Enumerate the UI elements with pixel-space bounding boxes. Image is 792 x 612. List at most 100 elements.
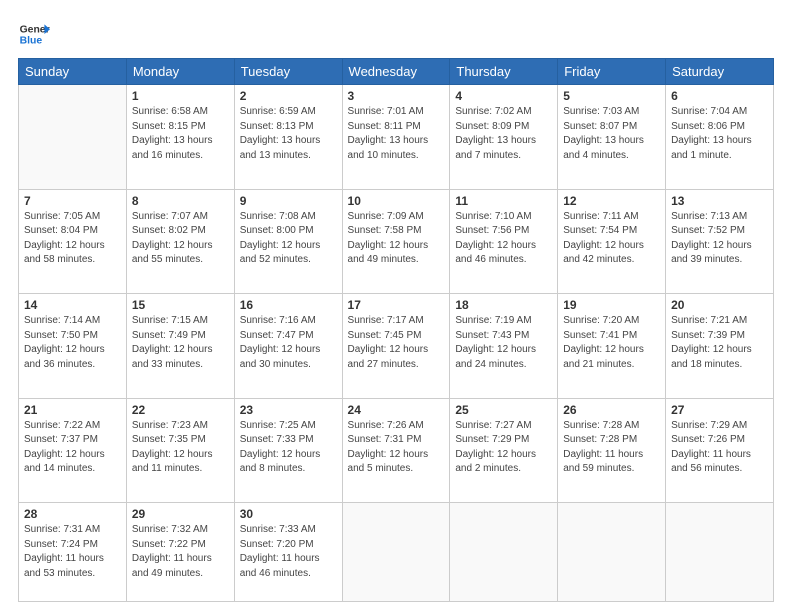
day-number: 24 — [348, 403, 445, 417]
calendar-cell — [19, 85, 127, 190]
calendar-week-row: 14 Sunrise: 7:14 AM Sunset: 7:50 PM Dayli… — [19, 294, 774, 399]
calendar-week-row: 7 Sunrise: 7:05 AM Sunset: 8:04 PM Daylig… — [19, 189, 774, 294]
calendar-week-row: 21 Sunrise: 7:22 AM Sunset: 7:37 PM Dayli… — [19, 398, 774, 503]
calendar-cell — [342, 503, 450, 602]
sun-info: Sunrise: 7:32 AM Sunset: 7:22 PM Dayligh… — [132, 523, 229, 581]
day-number: 3 — [348, 89, 445, 103]
day-number: 13 — [671, 194, 768, 208]
calendar-cell: 14 Sunrise: 7:14 AM Sunset: 7:50 PM Dayli… — [19, 294, 127, 399]
calendar-week-row: 1 Sunrise: 6:58 AM Sunset: 8:15 PM Daylig… — [19, 85, 774, 190]
day-number: 14 — [24, 298, 121, 312]
day-number: 11 — [455, 194, 552, 208]
day-number: 5 — [563, 89, 660, 103]
sun-info: Sunrise: 7:23 AM Sunset: 7:35 PM Dayligh… — [132, 419, 229, 477]
logo-icon: General Blue — [18, 18, 50, 50]
col-header-sunday: Sunday — [19, 59, 127, 85]
day-number: 18 — [455, 298, 552, 312]
calendar-cell: 22 Sunrise: 7:23 AM Sunset: 7:35 PM Dayli… — [126, 398, 234, 503]
calendar-cell: 16Sunrise: 7:16 AM Sunset: 7:47 PM Dayli… — [234, 294, 342, 399]
col-header-saturday: Saturday — [666, 59, 774, 85]
day-number: 27 — [671, 403, 768, 417]
sun-info: Sunrise: 7:01 AM Sunset: 8:11 PM Dayligh… — [348, 105, 445, 163]
day-number: 4 — [455, 89, 552, 103]
day-number: 6 — [671, 89, 768, 103]
calendar-cell: 1 Sunrise: 6:58 AM Sunset: 8:15 PM Daylig… — [126, 85, 234, 190]
calendar-cell: 11 Sunrise: 7:10 AM Sunset: 7:56 PM Dayli… — [450, 189, 558, 294]
calendar-cell: 20 Sunrise: 7:21 AM Sunset: 7:39 PM Dayli… — [666, 294, 774, 399]
sun-info: Sunrise: 7:21 AM Sunset: 7:39 PM Dayligh… — [671, 314, 768, 372]
calendar-cell: 7 Sunrise: 7:05 AM Sunset: 8:04 PM Daylig… — [19, 189, 127, 294]
calendar-cell: 25Sunrise: 7:27 AM Sunset: 7:29 PM Dayli… — [450, 398, 558, 503]
sun-info: Sunrise: 7:20 AM Sunset: 7:41 PM Dayligh… — [563, 314, 660, 372]
calendar-week-row: 28 Sunrise: 7:31 AM Sunset: 7:24 PM Dayli… — [19, 503, 774, 602]
sun-info: Sunrise: 7:22 AM Sunset: 7:37 PM Dayligh… — [24, 419, 121, 477]
calendar-cell — [558, 503, 666, 602]
col-header-monday: Monday — [126, 59, 234, 85]
calendar-cell: 6 Sunrise: 7:04 AM Sunset: 8:06 PM Daylig… — [666, 85, 774, 190]
svg-text:Blue: Blue — [20, 36, 43, 47]
sun-info: Sunrise: 7:28 AM Sunset: 7:28 PM Dayligh… — [563, 419, 660, 477]
sun-info: Sunrise: 7:10 AM Sunset: 7:56 PM Dayligh… — [455, 210, 552, 268]
day-number: 21 — [24, 403, 121, 417]
logo: General Blue — [18, 18, 50, 50]
day-number: 19 — [563, 298, 660, 312]
day-number: 1 — [132, 89, 229, 103]
col-header-tuesday: Tuesday — [234, 59, 342, 85]
day-number: 23 — [240, 403, 337, 417]
calendar-cell: 29 Sunrise: 7:32 AM Sunset: 7:22 PM Dayli… — [126, 503, 234, 602]
sun-info: Sunrise: 7:04 AM Sunset: 8:06 PM Dayligh… — [671, 105, 768, 163]
day-number: 30 — [240, 507, 337, 521]
calendar-cell: 17 Sunrise: 7:17 AM Sunset: 7:45 PM Dayli… — [342, 294, 450, 399]
calendar-cell — [450, 503, 558, 602]
calendar-cell: 23 Sunrise: 7:25 AM Sunset: 7:33 PM Dayli… — [234, 398, 342, 503]
calendar-cell: 9Sunrise: 7:08 AM Sunset: 8:00 PM Daylig… — [234, 189, 342, 294]
sun-info: Sunrise: 7:14 AM Sunset: 7:50 PM Dayligh… — [24, 314, 121, 372]
calendar-header-row: SundayMondayTuesdayWednesdayThursdayFrid… — [19, 59, 774, 85]
calendar-cell: 24Sunrise: 7:26 AM Sunset: 7:31 PM Dayli… — [342, 398, 450, 503]
calendar-cell: 13Sunrise: 7:13 AM Sunset: 7:52 PM Dayli… — [666, 189, 774, 294]
calendar-cell: 18 Sunrise: 7:19 AM Sunset: 7:43 PM Dayli… — [450, 294, 558, 399]
sun-info: Sunrise: 6:58 AM Sunset: 8:15 PM Dayligh… — [132, 105, 229, 163]
day-number: 22 — [132, 403, 229, 417]
day-number: 2 — [240, 89, 337, 103]
day-number: 8 — [132, 194, 229, 208]
calendar-cell: 26 Sunrise: 7:28 AM Sunset: 7:28 PM Dayli… — [558, 398, 666, 503]
calendar-cell — [666, 503, 774, 602]
day-number: 29 — [132, 507, 229, 521]
col-header-thursday: Thursday — [450, 59, 558, 85]
calendar-cell: 10 Sunrise: 7:09 AM Sunset: 7:58 PM Dayli… — [342, 189, 450, 294]
day-number: 28 — [24, 507, 121, 521]
calendar-cell: 8 Sunrise: 7:07 AM Sunset: 8:02 PM Daylig… — [126, 189, 234, 294]
sun-info: Sunrise: 7:29 AM Sunset: 7:26 PM Dayligh… — [671, 419, 768, 477]
calendar-cell: 27 Sunrise: 7:29 AM Sunset: 7:26 PM Dayli… — [666, 398, 774, 503]
calendar-cell: 2 Sunrise: 6:59 AM Sunset: 8:13 PM Daylig… — [234, 85, 342, 190]
sun-info: Sunrise: 7:07 AM Sunset: 8:02 PM Dayligh… — [132, 210, 229, 268]
sun-info: Sunrise: 7:17 AM Sunset: 7:45 PM Dayligh… — [348, 314, 445, 372]
sun-info: Sunrise: 7:09 AM Sunset: 7:58 PM Dayligh… — [348, 210, 445, 268]
calendar-cell: 5 Sunrise: 7:03 AM Sunset: 8:07 PM Daylig… — [558, 85, 666, 190]
sun-info: Sunrise: 7:33 AM Sunset: 7:20 PM Dayligh… — [240, 523, 337, 581]
day-number: 17 — [348, 298, 445, 312]
calendar-cell: 15Sunrise: 7:15 AM Sunset: 7:49 PM Dayli… — [126, 294, 234, 399]
calendar-cell: 21 Sunrise: 7:22 AM Sunset: 7:37 PM Dayli… — [19, 398, 127, 503]
col-header-wednesday: Wednesday — [342, 59, 450, 85]
sun-info: Sunrise: 6:59 AM Sunset: 8:13 PM Dayligh… — [240, 105, 337, 163]
sun-info: Sunrise: 7:03 AM Sunset: 8:07 PM Dayligh… — [563, 105, 660, 163]
day-number: 20 — [671, 298, 768, 312]
day-number: 7 — [24, 194, 121, 208]
sun-info: Sunrise: 7:25 AM Sunset: 7:33 PM Dayligh… — [240, 419, 337, 477]
col-header-friday: Friday — [558, 59, 666, 85]
day-number: 10 — [348, 194, 445, 208]
page-header: General Blue — [18, 18, 774, 50]
sun-info: Sunrise: 7:11 AM Sunset: 7:54 PM Dayligh… — [563, 210, 660, 268]
sun-info: Sunrise: 7:31 AM Sunset: 7:24 PM Dayligh… — [24, 523, 121, 581]
sun-info: Sunrise: 7:19 AM Sunset: 7:43 PM Dayligh… — [455, 314, 552, 372]
sun-info: Sunrise: 7:05 AM Sunset: 8:04 PM Dayligh… — [24, 210, 121, 268]
sun-info: Sunrise: 7:27 AM Sunset: 7:29 PM Dayligh… — [455, 419, 552, 477]
calendar-cell: 12 Sunrise: 7:11 AM Sunset: 7:54 PM Dayli… — [558, 189, 666, 294]
sun-info: Sunrise: 7:02 AM Sunset: 8:09 PM Dayligh… — [455, 105, 552, 163]
day-number: 26 — [563, 403, 660, 417]
day-number: 12 — [563, 194, 660, 208]
calendar-cell: 4 Sunrise: 7:02 AM Sunset: 8:09 PM Daylig… — [450, 85, 558, 190]
day-number: 16 — [240, 298, 337, 312]
